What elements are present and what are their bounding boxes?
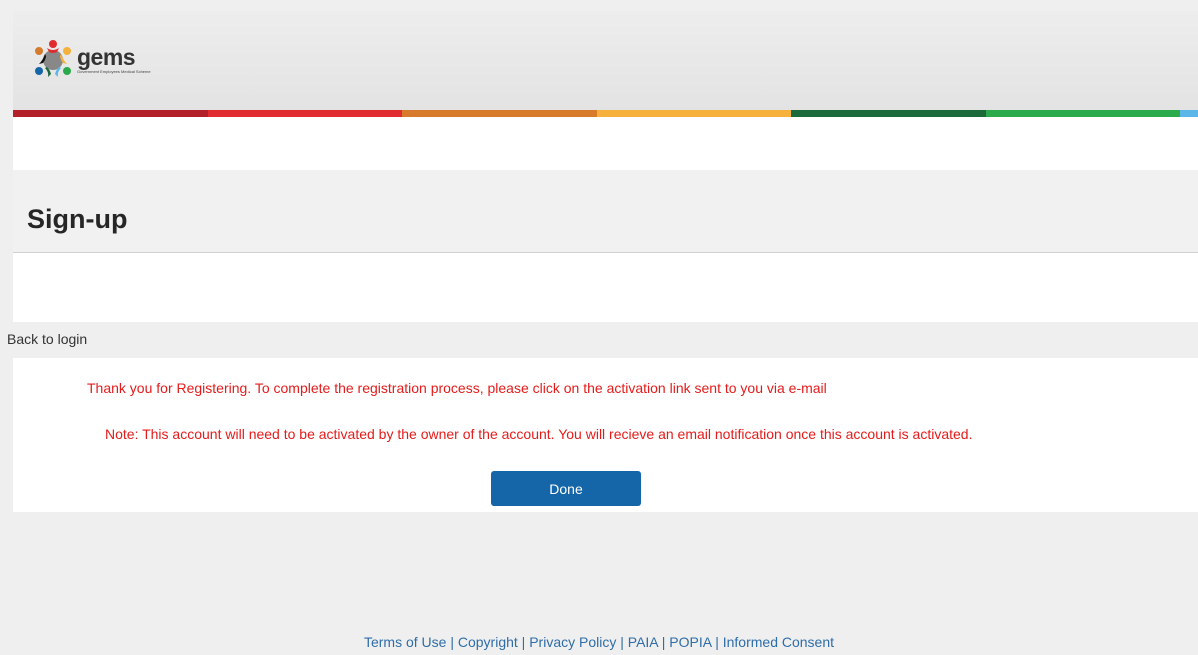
stripe-segment [13, 110, 208, 117]
footer-link-informed-consent[interactable]: Informed Consent [723, 634, 834, 650]
title-band: Sign-up [13, 170, 1198, 253]
page-container: gems Government Employees Medical Scheme… [0, 11, 1198, 512]
footer-links: Terms of Use | Copyright | Privacy Polic… [0, 634, 1198, 650]
spacer [13, 117, 1198, 170]
stripe-segment [1180, 110, 1198, 117]
spacer [13, 253, 1198, 322]
footer-separator: | [711, 634, 723, 650]
footer-link-privacy-policy[interactable]: Privacy Policy [529, 634, 616, 650]
thank-you-message: Thank you for Registering. To complete t… [87, 380, 827, 396]
back-row: Back to login [0, 322, 1198, 358]
footer-link-copyright[interactable]: Copyright [458, 634, 518, 650]
stripe-segment [402, 110, 597, 117]
footer-link-paia[interactable]: PAIA [628, 634, 658, 650]
confirmation-panel: Thank you for Registering. To complete t… [13, 358, 1198, 512]
gems-logo-icon [35, 40, 71, 77]
logo-subtitle: Government Employees Medical Scheme [77, 69, 151, 74]
stripe-segment [985, 110, 1180, 117]
site-header: gems Government Employees Medical Scheme [13, 11, 1198, 110]
footer-separator: | [517, 634, 530, 650]
stripe-segment [207, 110, 402, 117]
stripe-segment [791, 110, 986, 117]
footer-separator: | [657, 634, 670, 650]
footer-separator: | [616, 634, 628, 650]
back-to-login-link[interactable]: Back to login [7, 331, 87, 347]
done-button[interactable]: Done [491, 471, 641, 506]
logo-wordmark: gems [77, 44, 136, 70]
footer-link-popia[interactable]: POPIA [669, 634, 711, 650]
footer-link-terms-of-use[interactable]: Terms of Use [364, 634, 446, 650]
stripe-segment [596, 110, 791, 117]
color-stripe [13, 110, 1198, 117]
footer-separator: | [446, 634, 458, 650]
page-title: Sign-up [27, 204, 128, 234]
gems-logo[interactable]: gems Government Employees Medical Scheme [31, 38, 151, 82]
activation-note: Note: This account will need to be activ… [105, 426, 973, 442]
